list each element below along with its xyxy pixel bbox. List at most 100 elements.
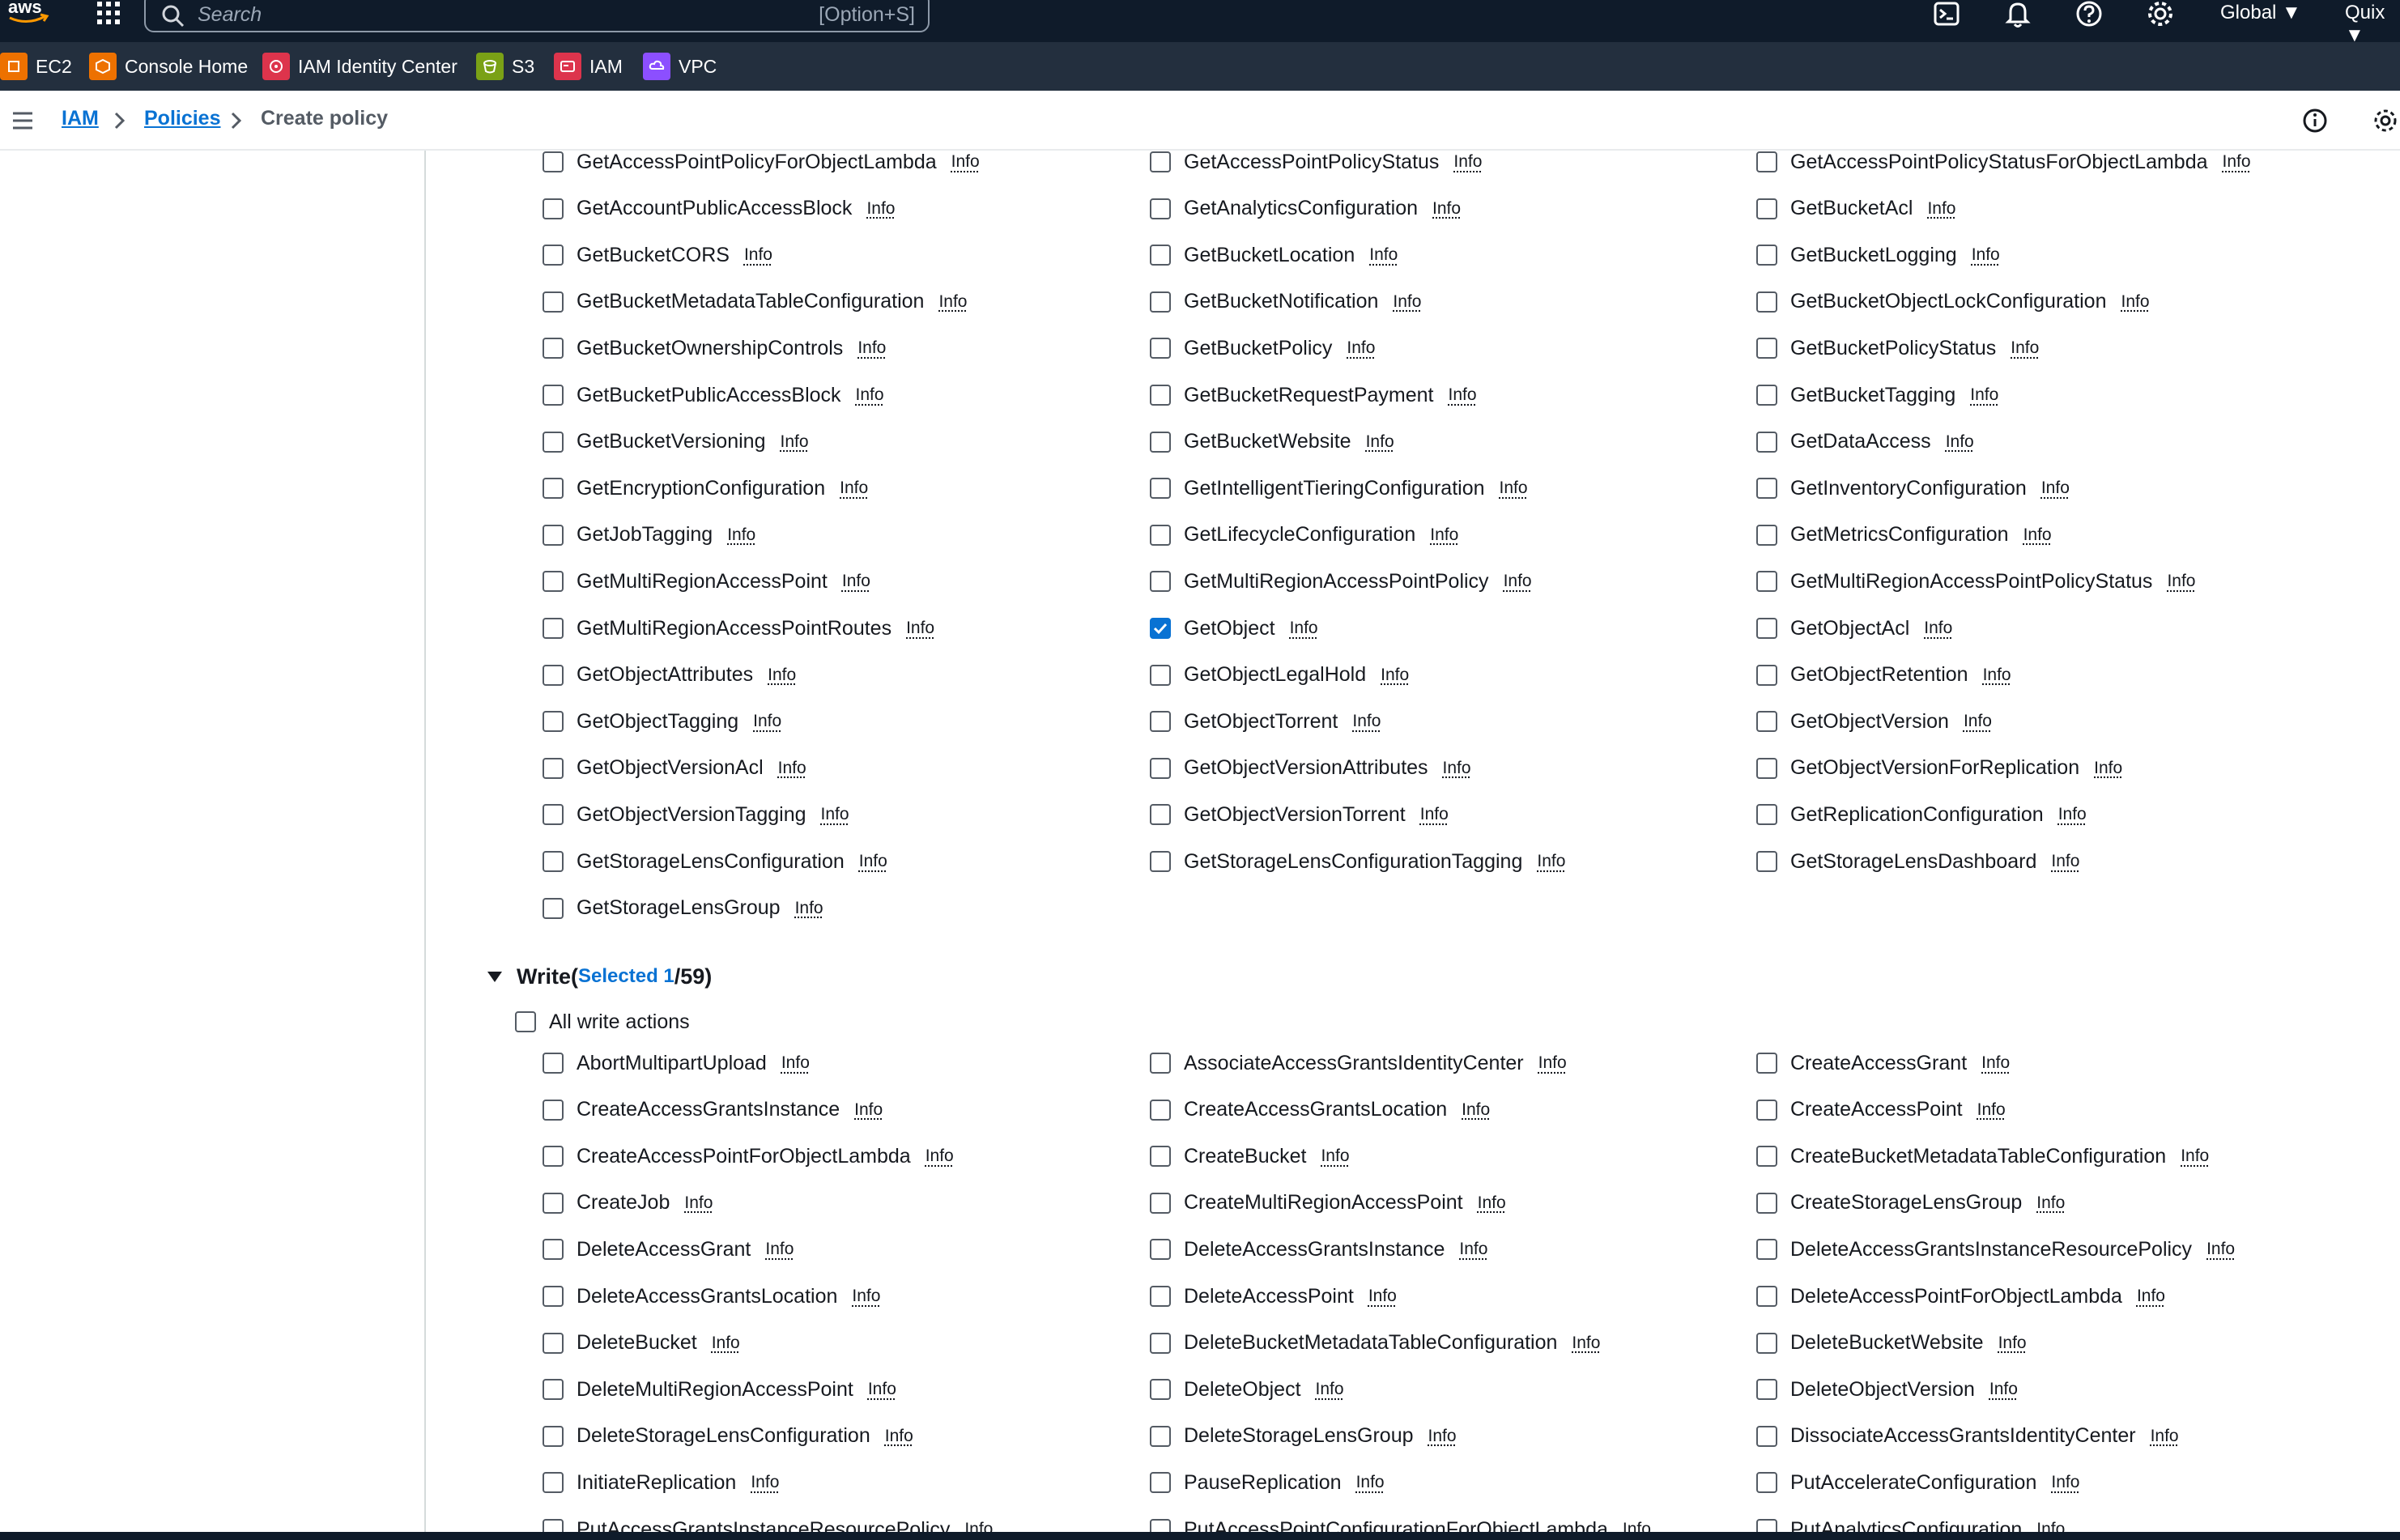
action-option[interactable]: GetMultiRegionAccessPoint Info [543,565,870,598]
action-option[interactable]: GetObjectTagging Info [543,705,781,738]
action-checkbox[interactable] [1756,151,1777,172]
info-link[interactable]: Info [866,199,895,219]
info-link[interactable]: Info [1428,1427,1457,1446]
action-option[interactable]: GetBucketWebsite Info [1150,426,1394,458]
action-option[interactable]: CreateBucket Info [1150,1140,1350,1172]
info-link[interactable]: Info [964,1520,993,1532]
action-checkbox[interactable] [1756,711,1777,733]
info-link[interactable]: Info [1453,152,1482,172]
info-circle-icon[interactable] [2301,107,2329,134]
info-link[interactable]: Info [1316,1380,1344,1399]
info-link[interactable]: Info [852,1287,880,1306]
action-checkbox[interactable] [543,1332,564,1354]
action-checkbox[interactable] [1756,245,1777,266]
action-option[interactable]: GetLifecycleConfiguration Info [1150,519,1458,551]
action-checkbox[interactable] [1150,1286,1171,1307]
favorite-iam-identity-center[interactable]: IAM Identity Center [262,52,457,81]
info-link[interactable]: Info [1924,619,1952,638]
action-checkbox[interactable] [1150,1519,1171,1532]
info-link[interactable]: Info [1347,338,1375,358]
info-link[interactable]: Info [1366,432,1394,452]
info-link[interactable]: Info [1356,1473,1385,1492]
info-link[interactable]: Info [778,759,806,778]
action-checkbox[interactable] [1150,338,1171,359]
action-checkbox[interactable] [1150,524,1171,546]
action-checkbox[interactable] [543,711,564,733]
info-link[interactable]: Info [1989,1380,2018,1399]
action-option[interactable]: GetBucketVersioning Info [543,426,809,458]
action-option[interactable]: GetObjectAttributes Info [543,659,796,691]
info-link[interactable]: Info [2041,479,2070,498]
action-checkbox[interactable] [1756,524,1777,546]
action-checkbox[interactable] [543,245,564,266]
action-checkbox[interactable] [1756,804,1777,826]
favorite-ec2[interactable]: EC2 [0,52,72,81]
info-link[interactable]: Info [1537,852,1565,871]
action-option[interactable]: DeleteAccessGrantsInstanceResourcePolicy… [1756,1233,2235,1266]
action-option[interactable]: DeleteStorageLensConfiguration Info [543,1420,913,1453]
action-option[interactable]: GetBucketPublicAccessBlock Info [543,379,884,411]
info-link[interactable]: Info [1504,572,1532,591]
account-menu[interactable]: Quix ▼ [2345,2,2400,47]
action-option[interactable]: GetObjectLegalHold Info [1150,659,1409,691]
action-checkbox[interactable] [543,757,564,779]
info-link[interactable]: Info [1983,666,2011,685]
action-option[interactable]: GetObjectTorrent Info [1150,705,1381,738]
action-checkbox[interactable] [1756,618,1777,639]
action-option[interactable]: GetBucketObjectLockConfiguration Info [1756,286,2150,318]
action-option[interactable]: DissociateAccessGrantsIdentityCenter Info [1756,1420,2179,1453]
action-option[interactable]: InitiateReplication Info [543,1466,779,1499]
action-checkbox[interactable] [1756,757,1777,779]
info-link[interactable]: Info [2011,338,2039,358]
action-checkbox[interactable] [1756,1519,1777,1532]
action-option[interactable]: GetDataAccess Info [1756,426,1974,458]
all-write-actions-option[interactable]: All write actions [515,1006,690,1038]
info-link[interactable]: Info [2151,1427,2179,1446]
info-link[interactable]: Info [2121,292,2150,312]
info-link[interactable]: Info [2051,1473,2079,1492]
action-option[interactable]: PutAccelerateConfiguration Info [1756,1466,2079,1499]
action-checkbox[interactable] [1756,1053,1777,1074]
action-option[interactable]: AssociateAccessGrantsIdentityCenter Info [1150,1047,1567,1079]
info-link[interactable]: Info [821,805,849,824]
action-checkbox[interactable] [543,1239,564,1261]
info-link[interactable]: Info [1572,1334,1600,1353]
action-checkbox[interactable] [543,1519,564,1532]
action-checkbox[interactable] [1150,1146,1171,1168]
action-option[interactable]: DeleteObjectVersion Info [1756,1373,2018,1406]
action-option[interactable]: GetMultiRegionAccessPointPolicy Info [1150,565,1532,598]
action-option[interactable]: CreateAccessGrant Info [1756,1047,2010,1079]
action-checkbox[interactable] [543,618,564,639]
info-link[interactable]: Info [2181,1146,2209,1166]
info-link[interactable]: Info [1449,385,1477,405]
info-link[interactable]: Info [2223,152,2251,172]
action-checkbox[interactable] [1150,1192,1171,1214]
action-option[interactable]: GetBucketLocation Info [1150,239,1398,271]
action-option[interactable]: GetAccountPublicAccessBlock Info [543,193,895,225]
action-option[interactable]: CreateMultiRegionAccessPoint Info [1150,1187,1506,1219]
action-option[interactable]: DeleteAccessGrant Info [543,1233,794,1266]
action-checkbox[interactable] [543,1425,564,1447]
action-checkbox[interactable] [543,431,564,453]
action-checkbox[interactable] [543,151,564,172]
action-option[interactable]: GetBucketRequestPayment Info [1150,379,1477,411]
favorite-vpc[interactable]: VPC [643,52,717,81]
action-option[interactable]: CreateAccessPointForObjectLambda Info [543,1140,954,1172]
action-option[interactable]: GetBucketNotification Info [1150,286,1421,318]
action-option[interactable]: GetStorageLensDashboard Info [1756,845,2079,878]
action-option[interactable]: GetStorageLensGroup Info [543,892,823,925]
action-checkbox[interactable] [1756,1332,1777,1354]
info-link[interactable]: Info [795,899,823,918]
action-checkbox[interactable] [1150,664,1171,686]
info-link[interactable]: Info [1420,805,1449,824]
action-option[interactable]: GetMultiRegionAccessPointPolicyStatus Inf… [1756,565,2195,598]
action-option[interactable]: PutAccessPointConfigurationForObjectLamb… [1150,1513,1651,1532]
action-checkbox[interactable] [1150,804,1171,826]
action-checkbox[interactable] [1150,198,1171,219]
action-checkbox[interactable] [543,851,564,872]
action-option[interactable]: DeleteAccessGrantsLocation Info [543,1280,880,1312]
action-option[interactable]: GetMultiRegionAccessPointRoutes Info [543,612,934,645]
action-checkbox[interactable] [1756,291,1777,313]
action-checkbox[interactable] [543,1472,564,1494]
info-link[interactable]: Info [1459,1240,1487,1259]
